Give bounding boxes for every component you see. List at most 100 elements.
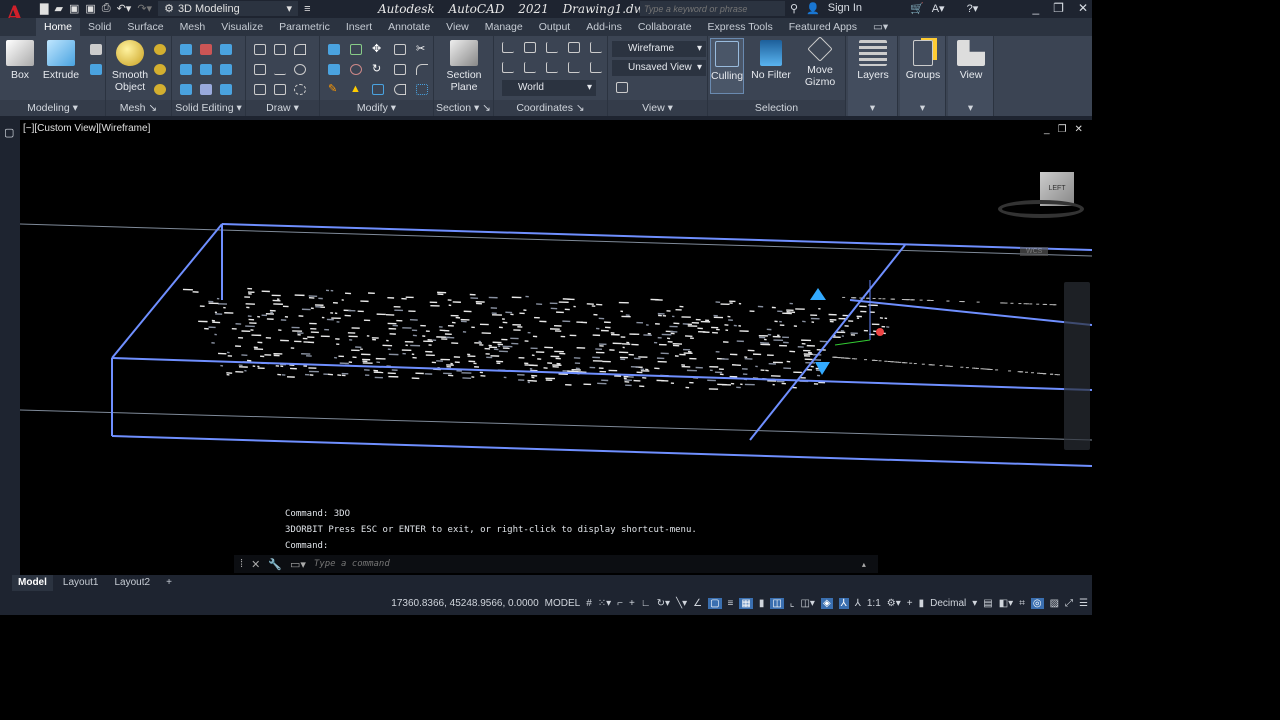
tab-solid[interactable]: Solid: [80, 18, 119, 36]
workspace-select[interactable]: ⚙ 3D Modeling ▾: [158, 1, 299, 16]
ribbon-minimize-icon[interactable]: ▭▾: [865, 18, 896, 36]
ucs-named-icon[interactable]: [524, 42, 536, 53]
viewcube-compass[interactable]: [998, 200, 1084, 218]
rectangle-icon[interactable]: [274, 84, 286, 95]
redo-icon[interactable]: ↷▾: [137, 2, 152, 15]
array-icon[interactable]: [416, 84, 428, 95]
chevron-down-icon[interactable]: ▾: [972, 598, 977, 609]
trim-icon[interactable]: ✂: [416, 44, 428, 55]
coordinates-readout[interactable]: 17360.8366, 45248.9566, 0.0000: [391, 598, 538, 609]
mirror-icon[interactable]: [328, 44, 340, 55]
panel-label[interactable]: Coordinates ↘: [494, 100, 607, 116]
polysolid-icon[interactable]: [90, 44, 102, 55]
tab-visualize[interactable]: Visualize: [213, 18, 271, 36]
panel-view-tools[interactable]: View ▾: [948, 36, 994, 116]
interfere-icon[interactable]: [180, 84, 192, 95]
polar-icon[interactable]: ↻▾: [657, 598, 670, 609]
panel-label[interactable]: Draw ▾: [246, 100, 319, 116]
restore-button[interactable]: ❐: [1053, 1, 1064, 15]
graphics-performance-icon[interactable]: ▨: [1050, 598, 1059, 609]
close-button[interactable]: ✕: [1078, 1, 1088, 15]
command-prompt-icon[interactable]: ▭▾: [290, 558, 306, 571]
tab-parametric[interactable]: Parametric: [271, 18, 338, 36]
culling-button[interactable]: Culling: [710, 38, 744, 94]
viewport-controls[interactable]: [−][Custom View][Wireframe]: [23, 123, 150, 134]
section-plane-button[interactable]: Section Plane: [440, 40, 488, 93]
erase-icon[interactable]: ✎: [328, 84, 340, 95]
ucs-world-icon[interactable]: [590, 42, 602, 53]
panel-label[interactable]: Solid Editing ▾: [172, 100, 245, 116]
cart-icon[interactable]: 🛒: [910, 2, 924, 15]
viewport-config-icon[interactable]: [616, 82, 628, 93]
ucs-icon[interactable]: [502, 42, 514, 53]
presspull-icon[interactable]: [90, 64, 102, 75]
lineweight-icon[interactable]: ≡: [728, 598, 734, 609]
autodesk-app-icon[interactable]: A▾: [932, 2, 945, 15]
ortho-icon[interactable]: ∟: [641, 598, 651, 609]
dynamic-ucs-icon[interactable]: ⌞: [790, 598, 795, 609]
tab-mesh[interactable]: Mesh: [172, 18, 214, 36]
save-as-icon[interactable]: ▣: [85, 2, 95, 15]
object-snap-icon[interactable]: ▢: [708, 597, 722, 609]
spline-icon[interactable]: [254, 64, 266, 75]
drawing-viewport[interactable]: LEFT WCS: [20, 120, 1092, 575]
tab-layout2[interactable]: Layout2: [108, 575, 156, 591]
3d-rotate-icon[interactable]: [350, 44, 362, 55]
tab-express-tools[interactable]: Express Tools: [700, 18, 781, 36]
quick-properties-icon[interactable]: ▤: [983, 598, 992, 609]
groups-button[interactable]: Groups: [902, 40, 944, 81]
grip-icon[interactable]: ⁞: [240, 558, 243, 570]
new-icon[interactable]: ▇: [40, 2, 48, 15]
3d-scale-icon[interactable]: ▲: [350, 84, 362, 95]
auto-scale-icon[interactable]: ⅄: [855, 598, 861, 609]
tab-add-ins[interactable]: Add-ins: [578, 18, 630, 36]
tab-insert[interactable]: Insert: [338, 18, 380, 36]
panel-label[interactable]: Modeling ▾: [0, 100, 105, 116]
tab-featured-apps[interactable]: Featured Apps: [781, 18, 865, 36]
file-tab-icon[interactable]: ▢: [4, 126, 14, 139]
fillet-icon[interactable]: [416, 64, 428, 75]
layers-button[interactable]: Layers: [852, 40, 894, 81]
3d-osnap-icon[interactable]: ◫: [770, 597, 784, 609]
save-icon[interactable]: ▣: [69, 2, 79, 15]
extract-edges-icon[interactable]: [220, 64, 232, 75]
groups-expand-icon[interactable]: ▾: [900, 100, 945, 116]
visual-style-select[interactable]: Wireframe ▾: [612, 41, 706, 57]
line-icon[interactable]: [274, 64, 286, 75]
tab-collaborate[interactable]: Collaborate: [630, 18, 700, 36]
slice-icon[interactable]: [200, 64, 212, 75]
circle-icon[interactable]: [294, 64, 306, 75]
undo-icon[interactable]: ↶▾: [117, 2, 132, 15]
offset-icon[interactable]: [394, 84, 406, 95]
tab-view[interactable]: View: [438, 18, 477, 36]
isodraft-icon[interactable]: ╲▾: [676, 598, 687, 609]
wcs-menu[interactable]: WCS: [1020, 247, 1049, 256]
view-button[interactable]: View: [950, 40, 992, 81]
annotation-monitor-icon[interactable]: +: [907, 598, 913, 609]
ucs-y-icon[interactable]: [546, 62, 558, 73]
3d-array-icon[interactable]: [350, 64, 362, 75]
ucs-x-icon[interactable]: [524, 62, 536, 73]
copy-icon[interactable]: [394, 44, 406, 55]
snap-icon[interactable]: ⁙▾: [598, 598, 611, 609]
polyline-icon[interactable]: [254, 44, 266, 55]
ucs-origin-icon[interactable]: [546, 42, 558, 53]
viewport-close-button[interactable]: ✕: [1075, 124, 1083, 135]
workspace-gear-icon[interactable]: ⚙▾: [887, 598, 901, 609]
minimize-button[interactable]: _: [1032, 1, 1039, 15]
arc-icon[interactable]: [294, 44, 306, 55]
customization-menu-icon[interactable]: ☰: [1079, 598, 1088, 609]
rotate-icon[interactable]: ↻: [372, 64, 384, 75]
tab-model[interactable]: Model: [12, 575, 53, 591]
move-icon[interactable]: ✥: [372, 44, 384, 55]
stretch-icon[interactable]: [394, 64, 406, 75]
clean-screen-icon[interactable]: ⤢: [1065, 598, 1073, 609]
move-gizmo-button[interactable]: Move Gizmo: [798, 36, 842, 88]
subtract-icon[interactable]: [200, 44, 212, 55]
polygon-icon[interactable]: [254, 84, 266, 95]
ucs-z-icon[interactable]: [568, 62, 580, 73]
search-icon[interactable]: ⚲: [790, 2, 798, 15]
ucs-3point-icon[interactable]: [590, 62, 602, 73]
object-snap-tracking-icon[interactable]: ∠: [693, 598, 702, 609]
box-button[interactable]: Box: [4, 40, 36, 81]
